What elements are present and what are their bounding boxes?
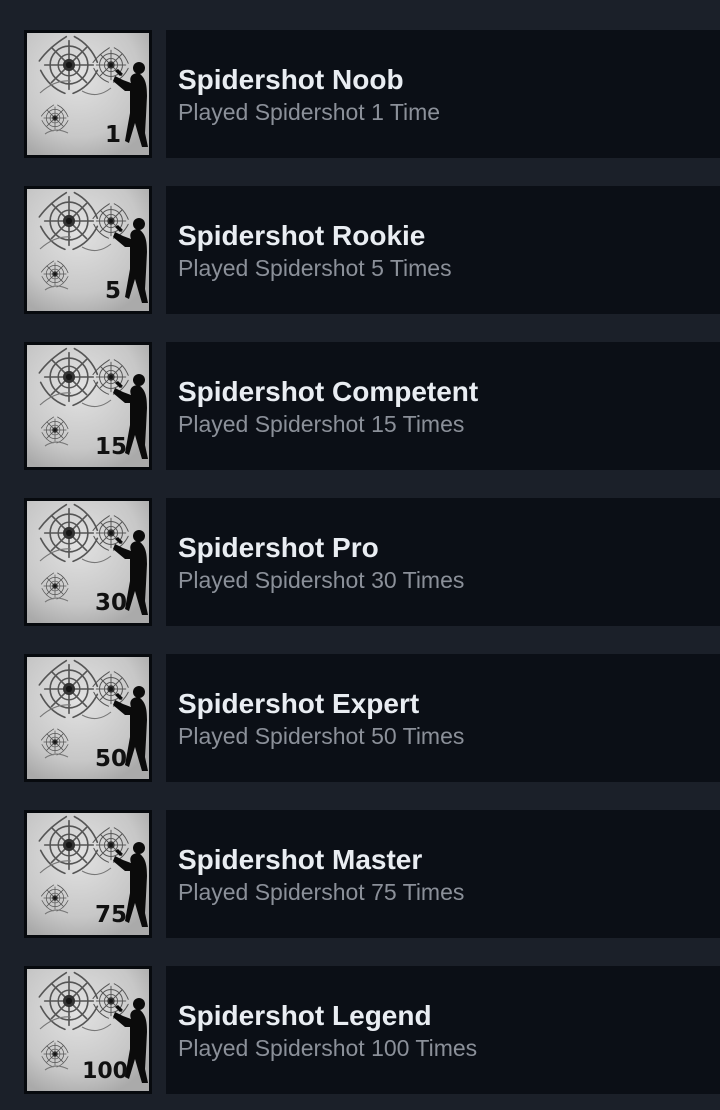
achievement-description: Played Spidershot 15 Times (178, 411, 465, 437)
badge-number: 5 (105, 278, 121, 304)
spidershot-achievement-icon: 75 (24, 810, 152, 938)
spidershot-achievement-icon: 1 (24, 30, 152, 158)
achievement-item[interactable]: 5 Spidershot Rookie Played Spidershot 5 … (0, 186, 720, 316)
achievement-text-panel: Spidershot Rookie Played Spidershot 5 Ti… (166, 186, 720, 314)
achievement-title: Spidershot Rookie (178, 220, 426, 251)
achievement-title: Spidershot Noob (178, 64, 404, 95)
badge-number: 50 (95, 746, 127, 772)
badge-number: 100 (82, 1059, 128, 1084)
achievement-text-panel: Spidershot Expert Played Spidershot 50 T… (166, 654, 720, 782)
badge-number: 15 (95, 434, 127, 460)
achievement-text-panel: Spidershot Master Played Spidershot 75 T… (166, 810, 720, 938)
achievement-title: Spidershot Master (178, 844, 423, 875)
achievement-item[interactable]: 30 Spidershot Pro Played Spidershot 30 T… (0, 498, 720, 628)
achievement-description: Played Spidershot 1 Time (178, 99, 441, 125)
achievement-text-panel: Spidershot Pro Played Spidershot 30 Time… (166, 498, 720, 626)
achievement-description: Played Spidershot 30 Times (178, 567, 465, 593)
achievement-item[interactable]: 75 Spidershot Master Played Spidershot 7… (0, 810, 720, 940)
achievement-description: Played Spidershot 5 Times (178, 255, 452, 281)
achievement-title: Spidershot Legend (178, 1000, 432, 1031)
achievement-item[interactable]: 1 Spidershot Noob Played Spidershot 1 Ti… (0, 30, 720, 160)
achievement-description: Played Spidershot 100 Times (178, 1035, 478, 1061)
achievement-text-panel: Spidershot Competent Played Spidershot 1… (166, 342, 720, 470)
spidershot-achievement-icon: 100 (24, 966, 152, 1094)
achievement-title: Spidershot Pro (178, 532, 379, 563)
badge-number: 75 (95, 902, 127, 928)
spidershot-achievement-icon: 30 (24, 498, 152, 626)
achievement-text-panel: Spidershot Noob Played Spidershot 1 Time (166, 30, 720, 158)
achievement-item[interactable]: 50 Spidershot Expert Played Spidershot 5… (0, 654, 720, 784)
spidershot-achievement-icon: 15 (24, 342, 152, 470)
badge-number: 1 (105, 122, 121, 148)
achievement-title: Spidershot Expert (178, 688, 420, 719)
achievement-item[interactable]: 15 Spidershot Competent Played Spidersho… (0, 342, 720, 472)
achievement-title: Spidershot Competent (178, 376, 479, 407)
spidershot-achievement-icon: 50 (24, 654, 152, 782)
badge-number: 30 (95, 590, 127, 616)
spidershot-achievement-icon: 5 (24, 186, 152, 314)
achievement-list: 1 Spidershot Noob Played Spidershot 1 Ti… (0, 0, 720, 1110)
achievement-description: Played Spidershot 50 Times (178, 723, 465, 749)
achievement-description: Played Spidershot 75 Times (178, 879, 465, 905)
achievement-item[interactable]: 100 Spidershot Legend Played Spidershot … (0, 966, 720, 1096)
achievement-text-panel: Spidershot Legend Played Spidershot 100 … (166, 966, 720, 1094)
